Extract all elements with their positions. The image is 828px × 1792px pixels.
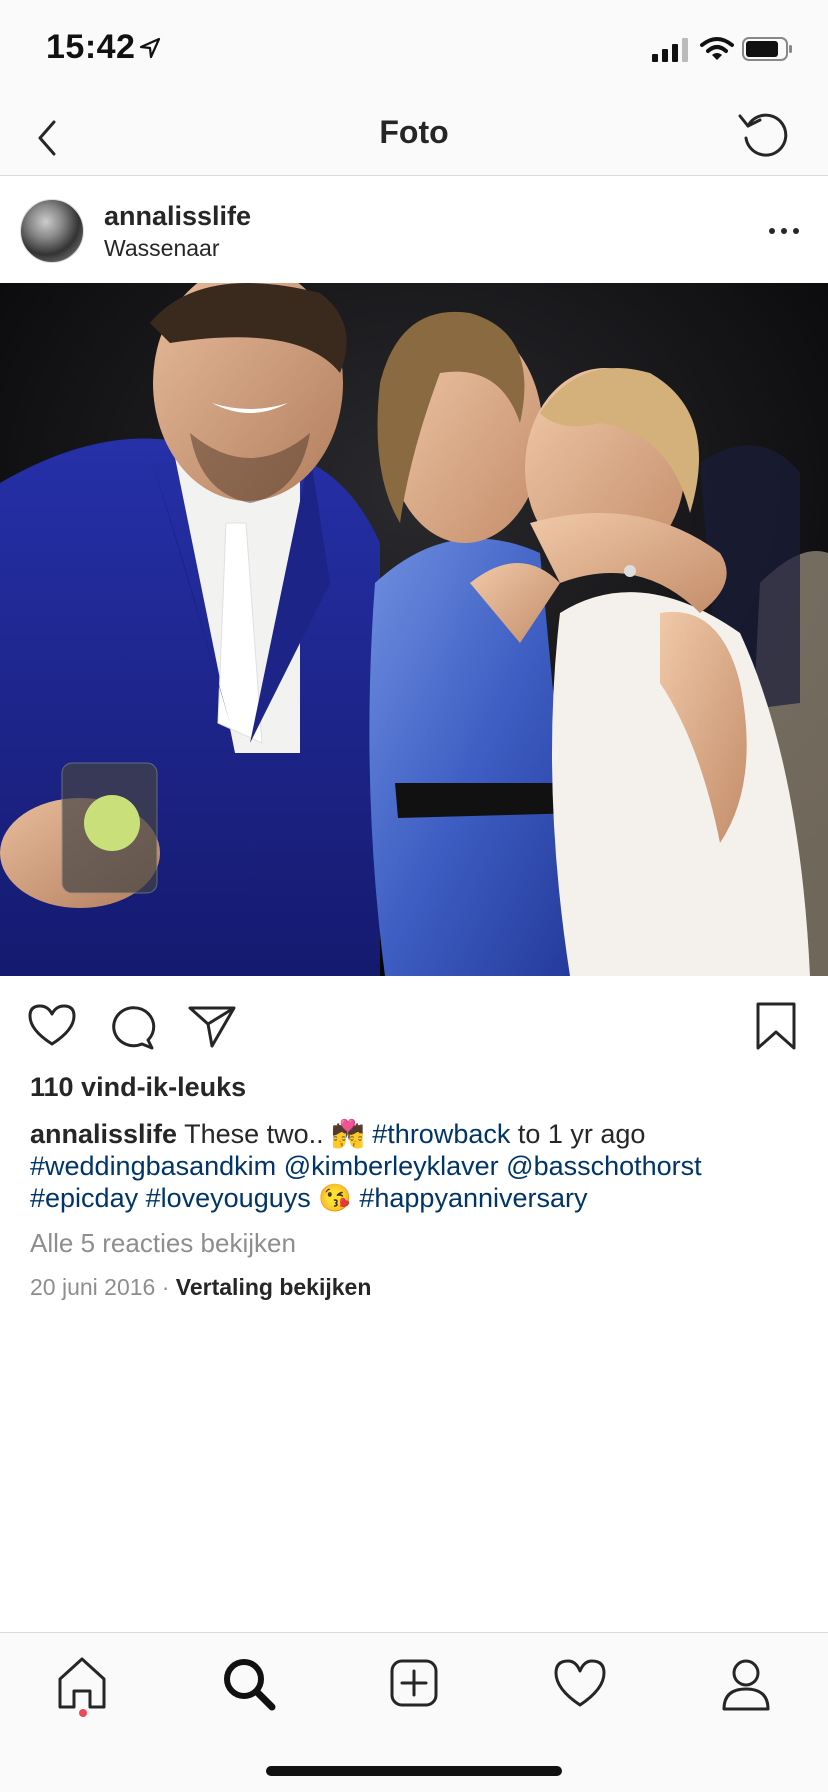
view-comments-link[interactable]: Alle 5 reacties bekijken — [30, 1228, 296, 1259]
page-title: Foto — [379, 114, 449, 150]
comment-icon[interactable] — [104, 998, 160, 1054]
post-date: 20 juni 2016 — [30, 1274, 156, 1300]
post-actions — [0, 976, 828, 1076]
post-username[interactable]: annalisslife — [104, 201, 251, 232]
profile-icon[interactable] — [716, 1653, 776, 1713]
post-caption: annalisslife These two.. 💏 #throwback to… — [30, 1118, 810, 1214]
nav-bar: Foto — [0, 100, 828, 176]
mention-link[interactable]: @kimberleyklaver — [284, 1151, 499, 1181]
home-icon[interactable] — [52, 1653, 112, 1713]
date-separator: · — [155, 1274, 176, 1300]
hashtag-link[interactable]: #loveyouguys — [146, 1183, 311, 1213]
post-photo[interactable] — [0, 283, 828, 976]
heart-icon[interactable] — [24, 998, 80, 1054]
hashtag-link[interactable]: #happyanniversary — [359, 1183, 587, 1213]
photo-illustration — [0, 283, 828, 976]
hashtag-link[interactable]: #weddingbasandkim — [30, 1151, 276, 1181]
caption-emoji: 😘 — [310, 1183, 360, 1213]
caption-text: These two.. 💏 — [177, 1119, 373, 1149]
post-location[interactable]: Wassenaar — [104, 235, 219, 262]
wifi-icon — [700, 37, 734, 60]
location-arrow-icon — [139, 37, 161, 59]
caption-username[interactable]: annalisslife — [30, 1119, 177, 1149]
search-icon[interactable] — [218, 1653, 278, 1713]
translate-link[interactable]: Vertaling bekijken — [176, 1274, 372, 1300]
home-notification-dot — [79, 1709, 87, 1717]
cellular-signal-icon — [652, 38, 688, 62]
activity-icon[interactable] — [550, 1653, 610, 1713]
caption-text: to 1 yr ago — [510, 1119, 646, 1149]
add-icon[interactable] — [384, 1653, 444, 1713]
mention-link[interactable]: @basschothorst — [506, 1151, 702, 1181]
hashtag-link[interactable]: #throwback — [372, 1119, 510, 1149]
status-time: 15:42 — [46, 28, 136, 66]
share-icon[interactable] — [184, 998, 240, 1054]
avatar[interactable] — [20, 199, 84, 263]
post-date-row: 20 juni 2016 · Vertaling bekijken — [30, 1274, 371, 1301]
more-options-icon[interactable] — [766, 213, 802, 249]
post-header: annalisslife Wassenaar — [0, 177, 828, 283]
battery-icon — [742, 37, 792, 61]
status-bar: 15:42 — [0, 0, 828, 100]
bookmark-icon[interactable] — [748, 998, 804, 1054]
likes-count[interactable]: 110 vind-ik-leuks — [30, 1072, 246, 1103]
hashtag-link[interactable]: #epicday — [30, 1183, 138, 1213]
refresh-icon[interactable] — [736, 106, 792, 162]
home-indicator — [266, 1766, 562, 1776]
tab-bar — [0, 1632, 828, 1792]
